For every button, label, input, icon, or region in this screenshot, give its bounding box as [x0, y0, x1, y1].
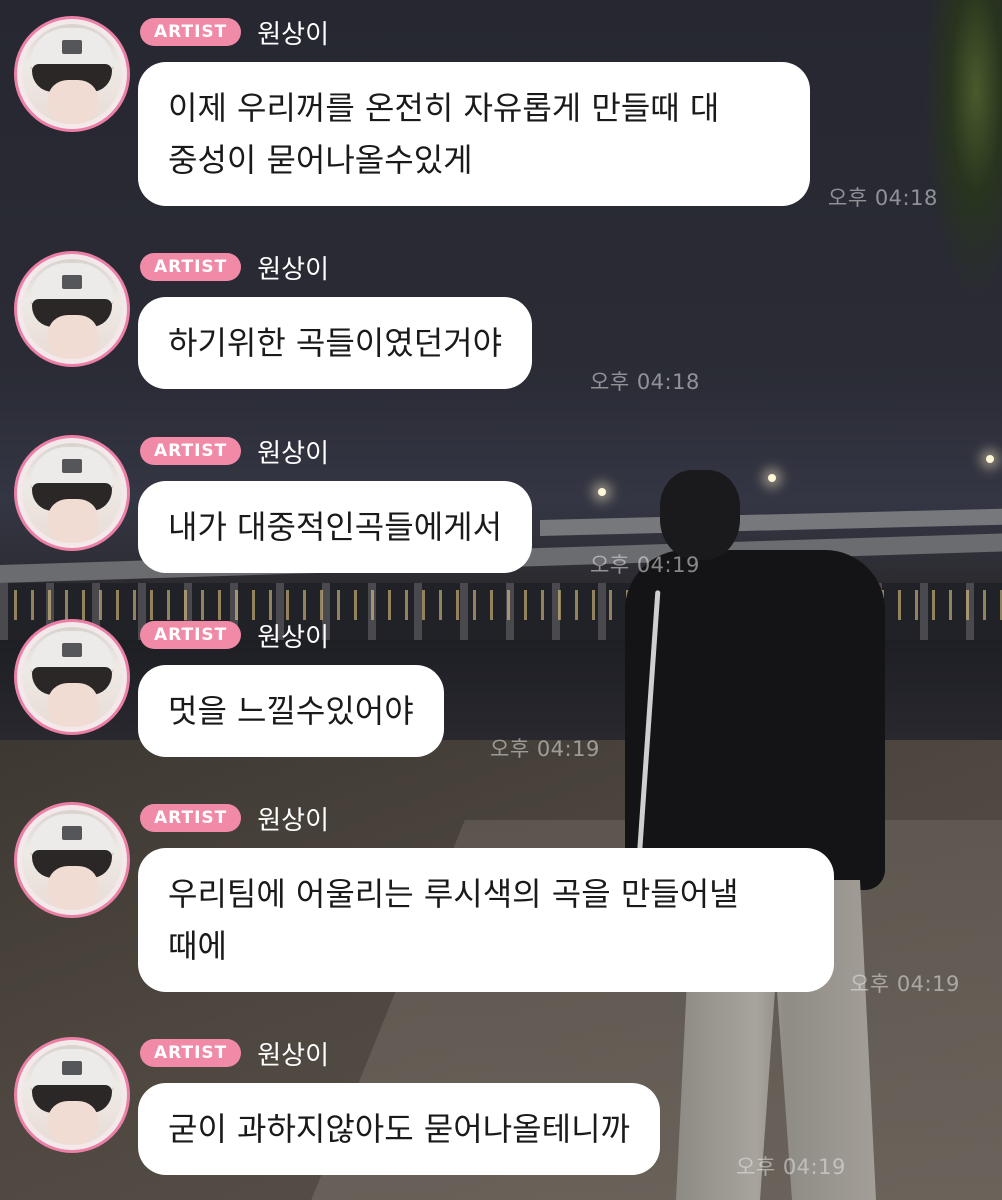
street-lamp [598, 488, 606, 496]
message-bubble[interactable]: 내가 대중적인곡들에게서 [138, 481, 533, 573]
message-bubble[interactable]: 우리팀에 어울리는 루시색의 곡을 만들어낼 때에 [138, 848, 834, 992]
avatar-image [22, 1045, 122, 1145]
message-timestamp: 오후 04:19 [850, 972, 960, 996]
artist-badge: ARTIST [140, 1039, 242, 1067]
street-lamp [768, 474, 776, 482]
message-header: ARTIST 원상이 [140, 620, 329, 653]
avatar[interactable] [14, 435, 130, 551]
sender-name: 원상이 [257, 622, 330, 653]
artist-badge: ARTIST [140, 621, 242, 649]
sender-name: 원상이 [257, 19, 330, 50]
street-lamp [986, 455, 994, 463]
message-header: ARTIST 원상이 [140, 803, 329, 836]
message-header: ARTIST 원상이 [140, 1038, 329, 1071]
avatar-image [22, 259, 122, 359]
sender-name: 원상이 [257, 805, 330, 836]
message-header: ARTIST 원상이 [140, 252, 329, 285]
message-timestamp: 오후 04:19 [736, 1155, 846, 1179]
sender-name: 원상이 [257, 254, 330, 285]
avatar[interactable] [14, 619, 130, 735]
sender-name: 원상이 [257, 1040, 330, 1071]
avatar[interactable] [14, 251, 130, 367]
avatar[interactable] [14, 802, 130, 918]
avatar-image [22, 443, 122, 543]
message-bubble[interactable]: 멋을 느낄수있어야 [138, 665, 444, 757]
avatar[interactable] [14, 16, 130, 132]
message-bubble[interactable]: 굳이 과하지않아도 묻어나올테니까 [138, 1083, 660, 1175]
avatar-image [22, 24, 122, 124]
message-timestamp: 오후 04:18 [828, 186, 938, 210]
avatar-image [22, 627, 122, 727]
message-bubble[interactable]: 하기위한 곡들이였던거야 [138, 297, 533, 389]
message-timestamp: 오후 04:19 [490, 737, 600, 761]
sender-name: 원상이 [257, 438, 330, 469]
person-head [660, 470, 740, 560]
avatar[interactable] [14, 1037, 130, 1153]
artist-badge: ARTIST [140, 18, 242, 46]
message-header: ARTIST 원상이 [140, 17, 329, 50]
message-header: ARTIST 원상이 [140, 436, 329, 469]
artist-badge: ARTIST [140, 437, 242, 465]
artist-badge: ARTIST [140, 253, 242, 281]
person-torso [625, 550, 885, 890]
message-timestamp: 오후 04:19 [590, 553, 700, 577]
message-bubble[interactable]: 이제 우리꺼를 온전히 자유롭게 만들때 대 중성이 묻어나올수있게 [138, 62, 810, 206]
message-timestamp: 오후 04:18 [590, 370, 700, 394]
avatar-image [22, 810, 122, 910]
artist-badge: ARTIST [140, 804, 242, 832]
tree-foliage [922, 0, 1002, 300]
